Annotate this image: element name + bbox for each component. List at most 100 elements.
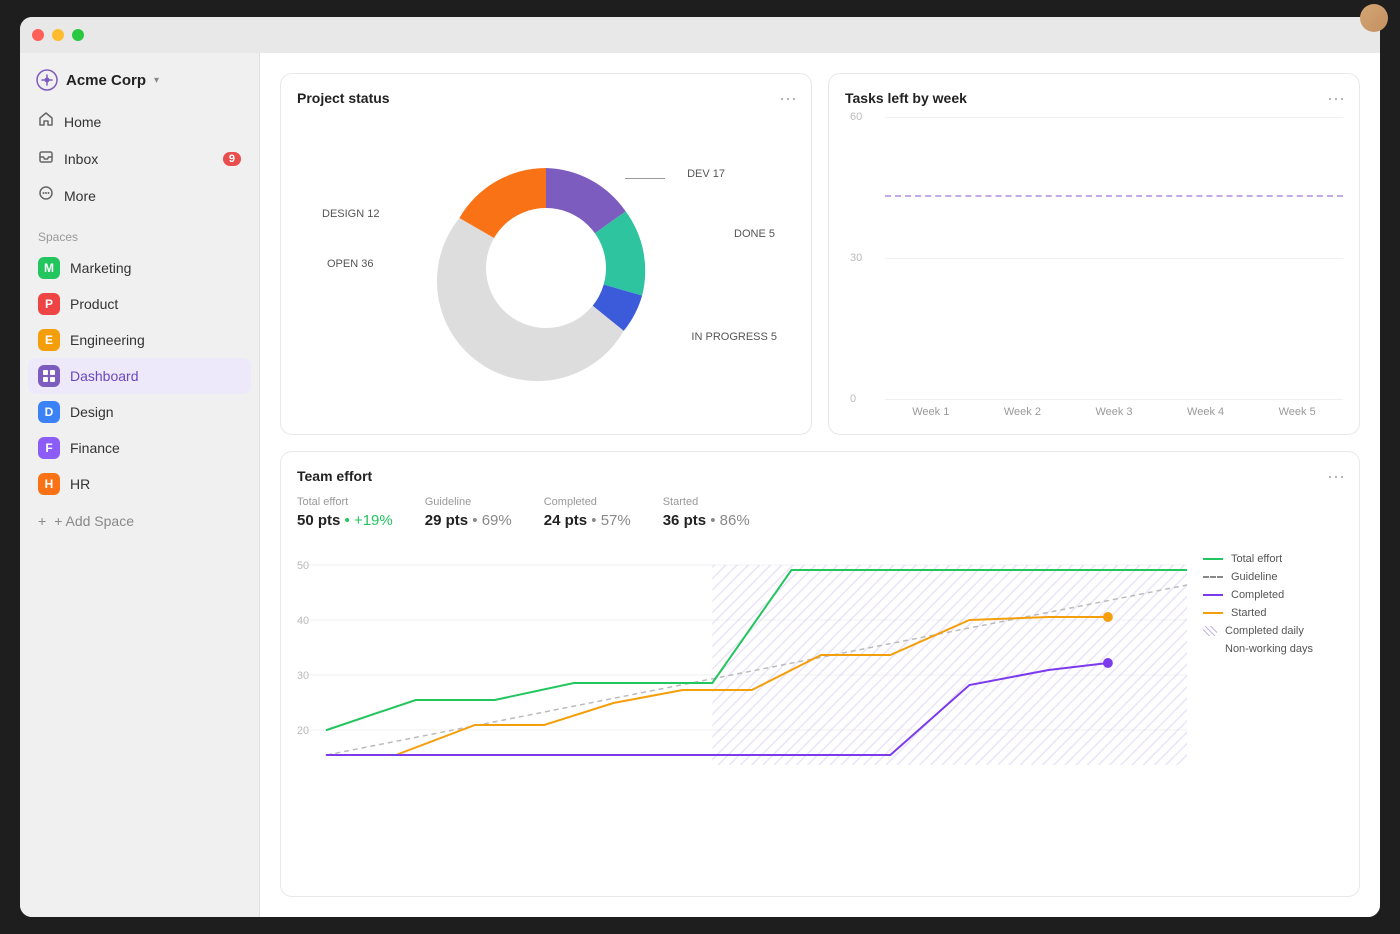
legend-guideline: Guideline: [1203, 571, 1343, 583]
completed-stat: Completed 24 pts • 57%: [544, 496, 631, 529]
legend-total-effort-label: Total effort: [1231, 553, 1282, 565]
sidebar-item-hr[interactable]: H HR: [28, 466, 251, 502]
line-chart-svg: 50 40 30 20: [297, 545, 1187, 765]
project-status-title: Project status: [297, 90, 795, 106]
project-status-card: Project status ···: [280, 73, 812, 435]
hr-avatar: H: [38, 473, 60, 495]
legend-started-label: Started: [1231, 607, 1266, 619]
minimize-button[interactable]: [52, 29, 64, 41]
y-label-30: 30: [850, 252, 862, 264]
started-label: Started: [663, 496, 750, 508]
week2-label: Week 2: [977, 406, 1069, 418]
titlebar: [20, 17, 1380, 53]
finance-avatar: F: [38, 437, 60, 459]
svg-text:50: 50: [297, 560, 309, 572]
dashboard-icon: [38, 365, 60, 387]
legend-started: Started: [1203, 607, 1343, 619]
sidebar-item-engineering[interactable]: E Engineering: [28, 322, 251, 358]
completed-label: Completed: [544, 496, 631, 508]
legend-completed: Completed: [1203, 589, 1343, 601]
sidebar-item-product[interactable]: P Product: [28, 286, 251, 322]
tasks-by-week-card: Tasks left by week ··· 60 30 0: [828, 73, 1360, 435]
legend-guideline-label: Guideline: [1231, 571, 1277, 583]
sidebar-item-label: Home: [64, 114, 101, 130]
main-content: Project status ···: [260, 53, 1380, 917]
chart-grid: 60 30 0: [885, 118, 1343, 400]
logo-icon: [36, 69, 58, 91]
bar-chart: 60 30 0: [845, 118, 1343, 418]
line-chart-wrapper: 50 40 30 20: [297, 545, 1343, 770]
svg-text:30: 30: [297, 670, 309, 682]
guideline-value: 29 pts • 69%: [425, 512, 512, 529]
open-label: OPEN 36: [327, 258, 373, 270]
legend-completed-line: [1203, 594, 1223, 596]
week4-label: Week 4: [1160, 406, 1252, 418]
total-effort-value: 50 pts • +19%: [297, 512, 393, 529]
product-avatar: P: [38, 293, 60, 315]
top-charts-row: Project status ···: [280, 73, 1360, 435]
project-status-menu[interactable]: ···: [779, 88, 797, 109]
y-label-0: 0: [850, 393, 856, 405]
legend-completed-label: Completed: [1231, 589, 1284, 601]
chevron-down-icon: ▾: [154, 75, 159, 86]
spaces-label: Spaces: [20, 218, 259, 250]
started-value: 36 pts • 86%: [663, 512, 750, 529]
guideline-stat: Guideline 29 pts • 69%: [425, 496, 512, 529]
add-space-label: + Add Space: [54, 513, 134, 529]
legend-hatch-box: [1203, 626, 1217, 636]
marketing-avatar: M: [38, 257, 60, 279]
bar-labels: Week 1 Week 2 Week 3 Week 4 Week 5: [845, 406, 1343, 418]
team-effort-card: Team effort ··· Total effort 50 pts • +1…: [280, 451, 1360, 897]
sidebar-item-finance[interactable]: F Finance: [28, 430, 251, 466]
space-label: Dashboard: [70, 368, 139, 384]
week3-label: Week 3: [1068, 406, 1160, 418]
sidebar-item-design[interactable]: D Design: [28, 394, 251, 430]
team-effort-title: Team effort: [297, 468, 1343, 484]
line-chart-area: 50 40 30 20: [297, 545, 1187, 770]
tasks-title: Tasks left by week: [845, 90, 1343, 106]
pie-labels: DEV 17 DONE 5 IN PROGRESS 5 OPEN 36 DESI…: [297, 118, 795, 418]
bar-chart-area: 60 30 0: [845, 118, 1343, 400]
dev-label: DEV 17: [687, 168, 725, 180]
legend-total-effort-line: [1203, 558, 1223, 560]
user-avatar[interactable]: [1360, 17, 1380, 32]
chart-legend: Total effort Guideline Completed St: [1203, 545, 1343, 770]
design-label: DESIGN 12: [322, 208, 379, 220]
engineering-avatar: E: [38, 329, 60, 351]
legend-total-effort: Total effort: [1203, 553, 1343, 565]
space-label: Product: [70, 296, 118, 312]
tasks-menu[interactable]: ···: [1327, 88, 1345, 109]
sidebar-item-marketing[interactable]: M Marketing: [28, 250, 251, 286]
legend-non-working: Non-working days: [1203, 643, 1343, 655]
add-space-button[interactable]: + + Add Space: [20, 506, 259, 536]
total-effort-change: •: [345, 512, 354, 529]
inbox-badge: 9: [223, 152, 241, 166]
space-label: Engineering: [70, 332, 145, 348]
sidebar-item-more[interactable]: More: [28, 177, 251, 214]
svg-text:40: 40: [297, 615, 309, 627]
sidebar-item-inbox[interactable]: Inbox 9: [28, 140, 251, 177]
sidebar-item-dashboard[interactable]: Dashboard: [28, 358, 251, 394]
team-effort-menu[interactable]: ···: [1327, 466, 1345, 487]
sidebar-nav: Home Inbox 9 More: [20, 99, 259, 218]
sidebar-item-home[interactable]: Home: [28, 103, 251, 140]
legend-completed-daily-label: Completed daily: [1225, 625, 1304, 637]
sidebar: Acme Corp ▾ Home Inbox 9: [20, 53, 260, 917]
plus-icon: +: [38, 513, 46, 529]
started-stat: Started 36 pts • 86%: [663, 496, 750, 529]
y-label-60: 60: [850, 111, 862, 123]
legend-started-line: [1203, 612, 1223, 614]
company-header[interactable]: Acme Corp ▾: [20, 53, 259, 99]
svg-text:20: 20: [297, 725, 309, 737]
space-label: Marketing: [70, 260, 131, 276]
week1-label: Week 1: [885, 406, 977, 418]
effort-stats: Total effort 50 pts • +19% Guideline 29 …: [297, 496, 1343, 529]
home-icon: [38, 111, 54, 132]
maximize-button[interactable]: [72, 29, 84, 41]
in-progress-label: IN PROGRESS 5: [691, 331, 777, 343]
legend-non-working-label: Non-working days: [1225, 643, 1313, 655]
done-label: DONE 5: [734, 228, 775, 240]
total-effort-label: Total effort: [297, 496, 393, 508]
sidebar-item-label: Inbox: [64, 151, 98, 167]
close-button[interactable]: [32, 29, 44, 41]
